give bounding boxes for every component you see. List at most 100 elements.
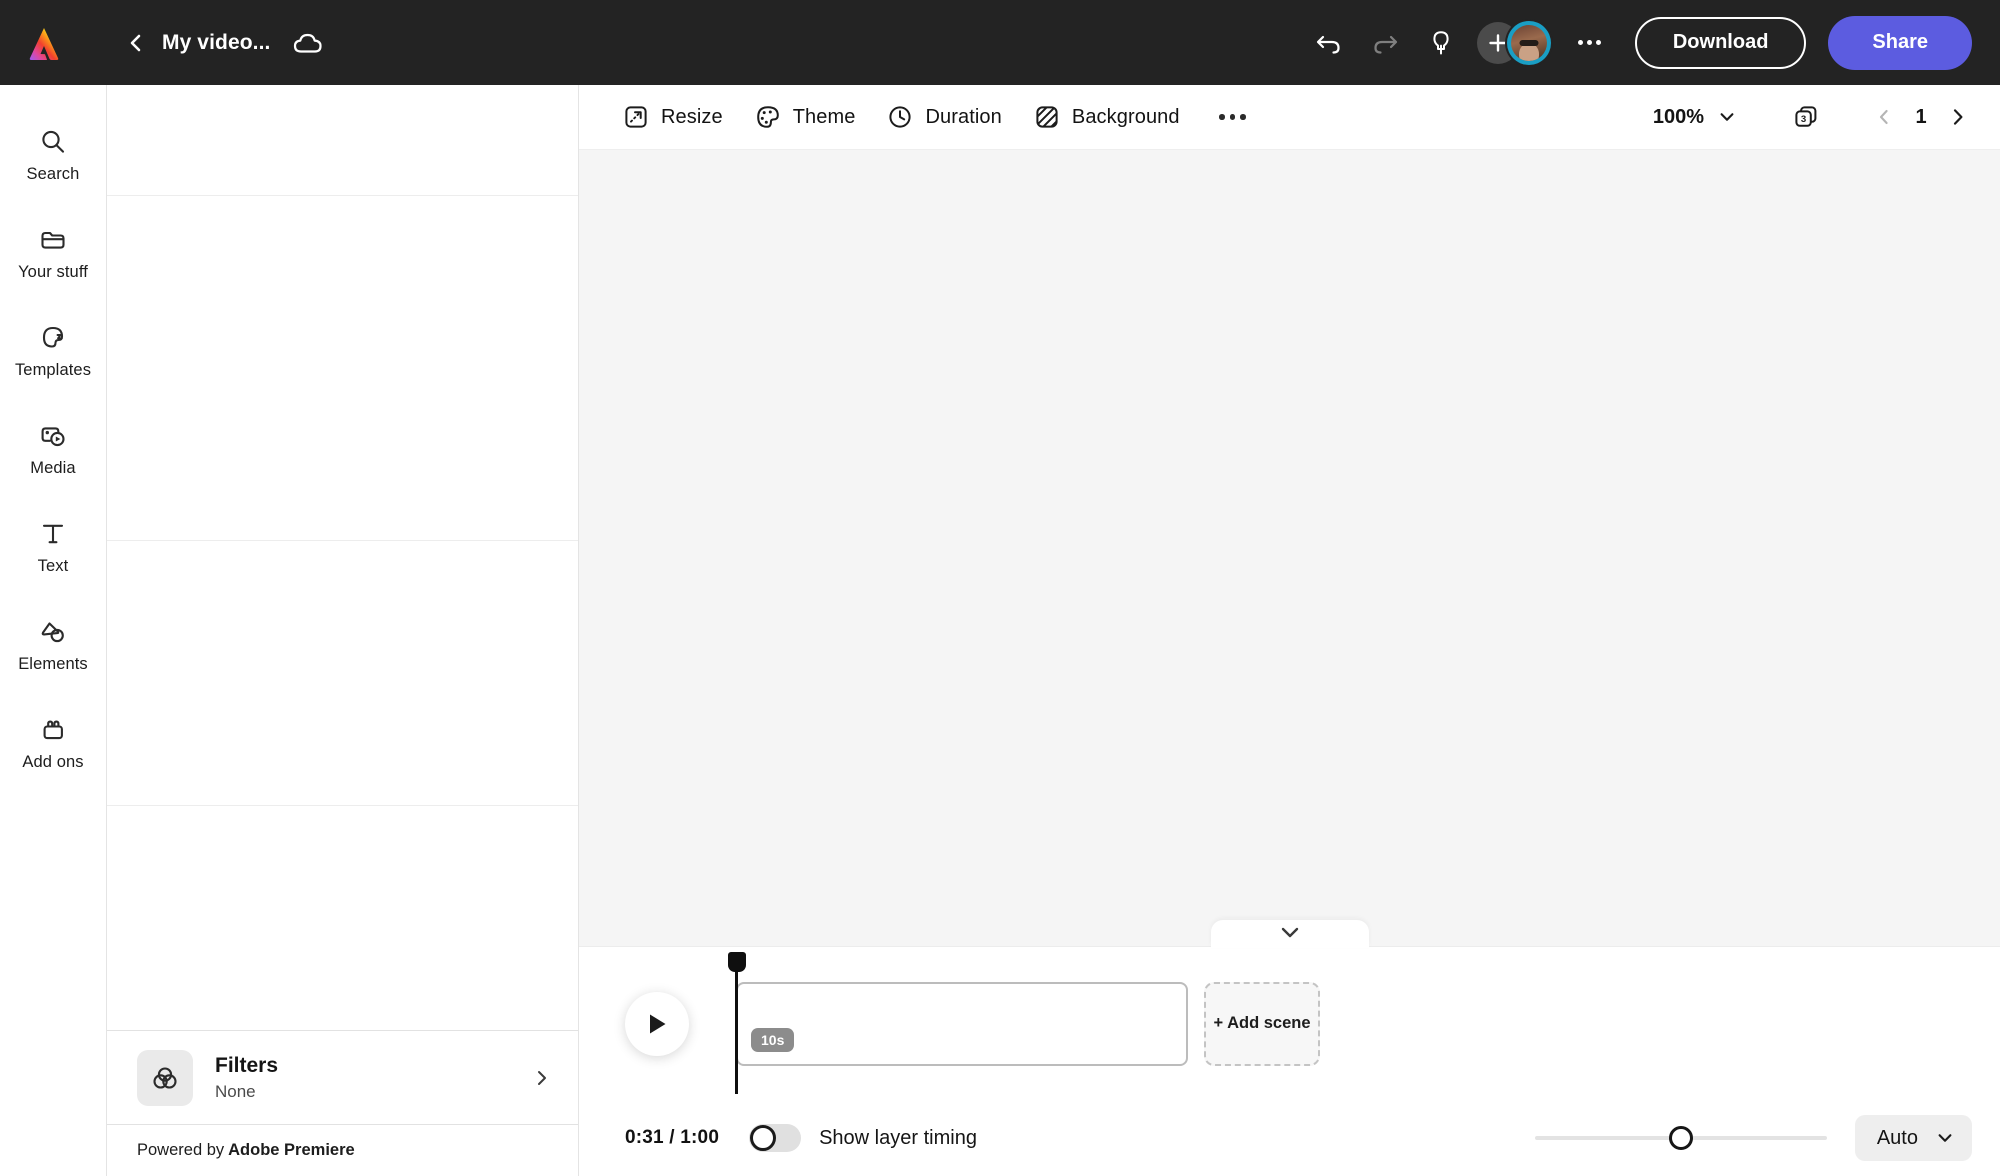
main-area: Resize Theme: [579, 85, 2000, 1176]
prev-page-button[interactable]: [1864, 95, 1904, 139]
chevron-down-icon: [1936, 1129, 1954, 1147]
toggle-knob: [750, 1125, 776, 1151]
time-display: 0:31 / 1:00: [625, 1127, 719, 1149]
sidebar-item-label: Media: [30, 459, 75, 478]
topbar-actions: Download Share: [1301, 16, 1972, 70]
left-sidebar: Search Your stuff Temp: [0, 85, 107, 1176]
panel-divider: [107, 540, 578, 541]
show-layer-timing-toggle[interactable]: [749, 1124, 801, 1152]
scene-count-value: 3: [1801, 114, 1806, 125]
filters-row[interactable]: Filters None: [107, 1030, 578, 1124]
top-bar: My video...: [0, 0, 2000, 85]
share-button[interactable]: Share: [1828, 16, 1972, 70]
panel-divider: [107, 195, 578, 196]
page-number[interactable]: 1: [1908, 106, 1934, 129]
addons-icon: [38, 715, 68, 745]
redo-button[interactable]: [1357, 18, 1413, 68]
sidebar-item-label: Templates: [15, 361, 91, 380]
sidebar-item-label: Your stuff: [18, 263, 88, 282]
search-icon: [38, 127, 68, 157]
sidebar-item-add-ons[interactable]: Add ons: [4, 695, 102, 791]
duration-button[interactable]: Duration: [871, 94, 1017, 140]
adobe-express-logo[interactable]: [22, 21, 66, 65]
resize-label: Resize: [661, 106, 723, 129]
clip-duration-badge: 10s: [751, 1028, 794, 1052]
sidebar-item-label: Search: [27, 165, 80, 184]
timeline-zoom-slider[interactable]: [1535, 1124, 1827, 1152]
media-icon: [38, 421, 68, 451]
scene-count-button[interactable]: 3: [1780, 93, 1832, 141]
adobe-express-editor: My video...: [0, 0, 2000, 1176]
chevron-right-icon[interactable]: [532, 1068, 552, 1088]
timeline-panel: 10s + Add scene 0:31 / 1:00 Show layer t…: [579, 947, 2000, 1176]
elements-icon: [38, 617, 68, 647]
chevron-left-icon: [125, 32, 147, 54]
fit-mode-select[interactable]: Auto: [1855, 1115, 1972, 1161]
dot: [1219, 114, 1225, 120]
dot: [1230, 114, 1236, 120]
download-button[interactable]: Download: [1635, 17, 1807, 69]
sidebar-item-your-stuff[interactable]: Your stuff: [4, 205, 102, 301]
sidebar-item-media[interactable]: Media: [4, 401, 102, 497]
next-page-button[interactable]: [1938, 95, 1978, 139]
playhead[interactable]: [735, 953, 738, 1094]
sidebar-item-elements[interactable]: Elements: [4, 597, 102, 693]
background-button[interactable]: Background: [1018, 94, 1196, 140]
slider-knob[interactable]: [1669, 1126, 1693, 1150]
undo-button[interactable]: [1301, 18, 1357, 68]
plus-icon: [1487, 32, 1509, 54]
timeline-clip[interactable]: 10s: [736, 982, 1188, 1066]
powered-by-footer: Powered by Adobe Premiere: [107, 1124, 578, 1176]
side-panel: Filters None Powered by Adobe Premiere: [107, 85, 579, 1176]
back-button[interactable]: [116, 23, 156, 63]
filters-value: None: [215, 1082, 532, 1102]
timeline-track: 10s + Add scene: [735, 947, 1320, 1100]
editor-body: Search Your stuff Temp: [0, 85, 2000, 1176]
cloud-save-status[interactable]: [292, 31, 324, 55]
canvas-preview[interactable]: [579, 150, 2000, 947]
sidebar-item-text[interactable]: Text: [4, 499, 102, 595]
resize-icon: [623, 104, 649, 130]
templates-icon: [38, 323, 68, 353]
collapse-timeline-button[interactable]: [1211, 920, 1369, 948]
filters-text: Filters None: [215, 1053, 532, 1101]
sidebar-item-label: Text: [38, 557, 69, 576]
theme-label: Theme: [793, 106, 856, 129]
timeline-track-row: 10s + Add scene: [579, 947, 2000, 1100]
folder-icon: [38, 225, 68, 255]
page-navigator: 1: [1864, 95, 1978, 139]
avatar[interactable]: [1507, 21, 1551, 65]
resize-button[interactable]: Resize: [607, 94, 739, 140]
ideas-button[interactable]: [1413, 18, 1469, 68]
panel-divider: [107, 805, 578, 806]
document-title[interactable]: My video...: [162, 31, 270, 55]
dot: [1240, 114, 1246, 120]
chevron-right-icon: [1947, 106, 1969, 128]
text-icon: [38, 519, 68, 549]
clock-icon: [887, 104, 913, 130]
toolbar-more-button[interactable]: [1208, 95, 1258, 139]
dot: [1578, 40, 1583, 45]
dot: [1587, 40, 1592, 45]
duration-label: Duration: [925, 106, 1001, 129]
powered-by-brand: Adobe Premiere: [228, 1141, 355, 1160]
chevron-left-icon: [1874, 107, 1894, 127]
sidebar-item-search[interactable]: Search: [4, 107, 102, 203]
zoom-level-value: 100%: [1653, 106, 1704, 129]
lightbulb-icon: [1427, 29, 1455, 57]
chevron-down-icon: [1718, 108, 1736, 126]
sidebar-item-templates[interactable]: Templates: [4, 303, 102, 399]
sidebar-item-label: Elements: [18, 655, 88, 674]
zoom-level-select[interactable]: 100%: [1639, 95, 1750, 139]
show-layer-timing-label: Show layer timing: [819, 1127, 977, 1150]
panel-content: [107, 85, 578, 1030]
background-hatch-icon: [1034, 104, 1060, 130]
add-scene-button[interactable]: + Add scene: [1204, 982, 1320, 1066]
theme-button[interactable]: Theme: [739, 94, 872, 140]
filters-thumbnail: [137, 1050, 193, 1106]
background-label: Background: [1072, 106, 1180, 129]
timeline-controls-row: 0:31 / 1:00 Show layer timing Auto: [579, 1100, 2000, 1176]
topbar-more-button[interactable]: [1565, 20, 1615, 66]
play-button[interactable]: [625, 992, 689, 1056]
fit-mode-value: Auto: [1877, 1127, 1918, 1150]
